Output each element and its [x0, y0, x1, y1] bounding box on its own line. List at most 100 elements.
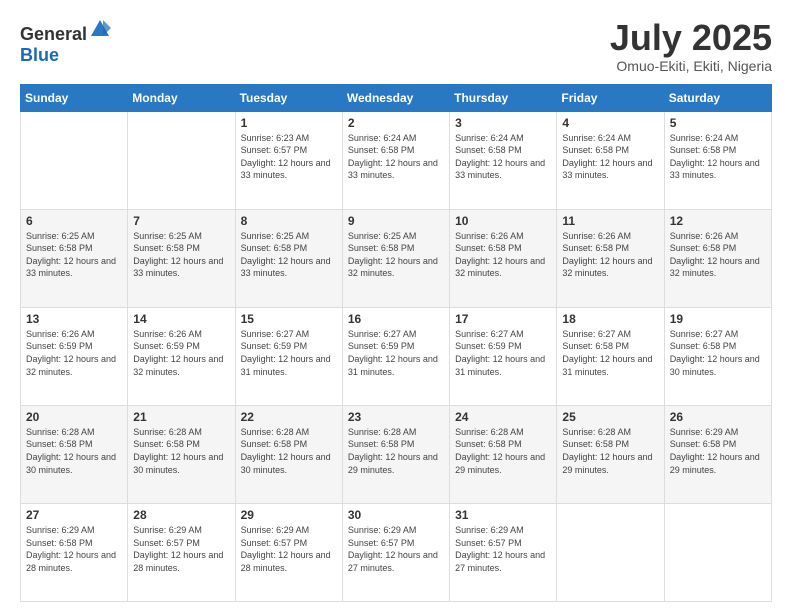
calendar-cell-2-5: 10 Sunrise: 6:26 AMSunset: 6:58 PMDaylig…: [450, 209, 557, 307]
calendar-cell-5-3: 29 Sunrise: 6:29 AMSunset: 6:57 PMDaylig…: [235, 503, 342, 601]
day-number: 10: [455, 214, 551, 228]
logo-icon: [89, 18, 111, 40]
calendar-cell-4-1: 20 Sunrise: 6:28 AMSunset: 6:58 PMDaylig…: [21, 405, 128, 503]
day-info: Sunrise: 6:29 AMSunset: 6:57 PMDaylight:…: [133, 525, 223, 573]
calendar-week-5: 27 Sunrise: 6:29 AMSunset: 6:58 PMDaylig…: [21, 503, 772, 601]
header: General Blue July 2025 Omuo-Ekiti, Ekiti…: [20, 18, 772, 74]
calendar-week-3: 13 Sunrise: 6:26 AMSunset: 6:59 PMDaylig…: [21, 307, 772, 405]
calendar-cell-4-5: 24 Sunrise: 6:28 AMSunset: 6:58 PMDaylig…: [450, 405, 557, 503]
calendar-cell-3-1: 13 Sunrise: 6:26 AMSunset: 6:59 PMDaylig…: [21, 307, 128, 405]
day-info: Sunrise: 6:25 AMSunset: 6:58 PMDaylight:…: [133, 231, 223, 279]
calendar-cell-4-2: 21 Sunrise: 6:28 AMSunset: 6:58 PMDaylig…: [128, 405, 235, 503]
day-info: Sunrise: 6:24 AMSunset: 6:58 PMDaylight:…: [348, 133, 438, 181]
day-info: Sunrise: 6:24 AMSunset: 6:58 PMDaylight:…: [455, 133, 545, 181]
calendar-cell-5-4: 30 Sunrise: 6:29 AMSunset: 6:57 PMDaylig…: [342, 503, 449, 601]
calendar-cell-1-1: [21, 111, 128, 209]
day-number: 26: [670, 410, 766, 424]
calendar-cell-3-5: 17 Sunrise: 6:27 AMSunset: 6:59 PMDaylig…: [450, 307, 557, 405]
col-monday: Monday: [128, 84, 235, 111]
day-number: 19: [670, 312, 766, 326]
day-number: 4: [562, 116, 658, 130]
day-number: 18: [562, 312, 658, 326]
day-info: Sunrise: 6:27 AMSunset: 6:59 PMDaylight:…: [455, 329, 545, 377]
day-info: Sunrise: 6:26 AMSunset: 6:58 PMDaylight:…: [455, 231, 545, 279]
day-number: 11: [562, 214, 658, 228]
calendar-week-4: 20 Sunrise: 6:28 AMSunset: 6:58 PMDaylig…: [21, 405, 772, 503]
col-sunday: Sunday: [21, 84, 128, 111]
col-tuesday: Tuesday: [235, 84, 342, 111]
calendar-cell-2-2: 7 Sunrise: 6:25 AMSunset: 6:58 PMDayligh…: [128, 209, 235, 307]
calendar-cell-2-4: 9 Sunrise: 6:25 AMSunset: 6:58 PMDayligh…: [342, 209, 449, 307]
day-info: Sunrise: 6:29 AMSunset: 6:57 PMDaylight:…: [455, 525, 545, 573]
day-info: Sunrise: 6:28 AMSunset: 6:58 PMDaylight:…: [26, 427, 116, 475]
calendar-cell-1-4: 2 Sunrise: 6:24 AMSunset: 6:58 PMDayligh…: [342, 111, 449, 209]
day-number: 3: [455, 116, 551, 130]
calendar-cell-2-6: 11 Sunrise: 6:26 AMSunset: 6:58 PMDaylig…: [557, 209, 664, 307]
day-info: Sunrise: 6:24 AMSunset: 6:58 PMDaylight:…: [670, 133, 760, 181]
calendar-cell-3-7: 19 Sunrise: 6:27 AMSunset: 6:58 PMDaylig…: [664, 307, 771, 405]
calendar-cell-5-6: [557, 503, 664, 601]
calendar-table: Sunday Monday Tuesday Wednesday Thursday…: [20, 84, 772, 602]
day-number: 12: [670, 214, 766, 228]
logo-blue: Blue: [20, 45, 59, 65]
day-info: Sunrise: 6:28 AMSunset: 6:58 PMDaylight:…: [562, 427, 652, 475]
day-number: 22: [241, 410, 337, 424]
day-number: 25: [562, 410, 658, 424]
day-number: 9: [348, 214, 444, 228]
day-info: Sunrise: 6:23 AMSunset: 6:57 PMDaylight:…: [241, 133, 331, 181]
month-title: July 2025: [610, 18, 772, 58]
calendar-header-row: Sunday Monday Tuesday Wednesday Thursday…: [21, 84, 772, 111]
calendar-cell-5-2: 28 Sunrise: 6:29 AMSunset: 6:57 PMDaylig…: [128, 503, 235, 601]
day-number: 15: [241, 312, 337, 326]
calendar-cell-1-7: 5 Sunrise: 6:24 AMSunset: 6:58 PMDayligh…: [664, 111, 771, 209]
calendar-cell-3-4: 16 Sunrise: 6:27 AMSunset: 6:59 PMDaylig…: [342, 307, 449, 405]
day-number: 1: [241, 116, 337, 130]
day-number: 29: [241, 508, 337, 522]
calendar-cell-2-3: 8 Sunrise: 6:25 AMSunset: 6:58 PMDayligh…: [235, 209, 342, 307]
calendar-cell-5-1: 27 Sunrise: 6:29 AMSunset: 6:58 PMDaylig…: [21, 503, 128, 601]
calendar-cell-5-7: [664, 503, 771, 601]
day-info: Sunrise: 6:25 AMSunset: 6:58 PMDaylight:…: [348, 231, 438, 279]
day-number: 6: [26, 214, 122, 228]
day-info: Sunrise: 6:26 AMSunset: 6:59 PMDaylight:…: [26, 329, 116, 377]
day-info: Sunrise: 6:25 AMSunset: 6:58 PMDaylight:…: [26, 231, 116, 279]
day-number: 20: [26, 410, 122, 424]
calendar-cell-3-3: 15 Sunrise: 6:27 AMSunset: 6:59 PMDaylig…: [235, 307, 342, 405]
calendar-cell-1-3: 1 Sunrise: 6:23 AMSunset: 6:57 PMDayligh…: [235, 111, 342, 209]
day-info: Sunrise: 6:26 AMSunset: 6:58 PMDaylight:…: [670, 231, 760, 279]
calendar-cell-2-7: 12 Sunrise: 6:26 AMSunset: 6:58 PMDaylig…: [664, 209, 771, 307]
day-info: Sunrise: 6:28 AMSunset: 6:58 PMDaylight:…: [133, 427, 223, 475]
location-subtitle: Omuo-Ekiti, Ekiti, Nigeria: [610, 58, 772, 74]
calendar-cell-1-2: [128, 111, 235, 209]
calendar-cell-3-6: 18 Sunrise: 6:27 AMSunset: 6:58 PMDaylig…: [557, 307, 664, 405]
calendar-cell-4-7: 26 Sunrise: 6:29 AMSunset: 6:58 PMDaylig…: [664, 405, 771, 503]
calendar-cell-1-6: 4 Sunrise: 6:24 AMSunset: 6:58 PMDayligh…: [557, 111, 664, 209]
calendar-cell-4-4: 23 Sunrise: 6:28 AMSunset: 6:58 PMDaylig…: [342, 405, 449, 503]
day-info: Sunrise: 6:29 AMSunset: 6:57 PMDaylight:…: [241, 525, 331, 573]
calendar-cell-1-5: 3 Sunrise: 6:24 AMSunset: 6:58 PMDayligh…: [450, 111, 557, 209]
calendar-cell-3-2: 14 Sunrise: 6:26 AMSunset: 6:59 PMDaylig…: [128, 307, 235, 405]
day-number: 21: [133, 410, 229, 424]
day-info: Sunrise: 6:25 AMSunset: 6:58 PMDaylight:…: [241, 231, 331, 279]
day-number: 16: [348, 312, 444, 326]
day-info: Sunrise: 6:28 AMSunset: 6:58 PMDaylight:…: [455, 427, 545, 475]
day-number: 28: [133, 508, 229, 522]
day-number: 24: [455, 410, 551, 424]
calendar-cell-4-3: 22 Sunrise: 6:28 AMSunset: 6:58 PMDaylig…: [235, 405, 342, 503]
day-number: 17: [455, 312, 551, 326]
day-number: 7: [133, 214, 229, 228]
day-info: Sunrise: 6:29 AMSunset: 6:58 PMDaylight:…: [26, 525, 116, 573]
day-number: 23: [348, 410, 444, 424]
day-info: Sunrise: 6:26 AMSunset: 6:58 PMDaylight:…: [562, 231, 652, 279]
calendar-cell-5-5: 31 Sunrise: 6:29 AMSunset: 6:57 PMDaylig…: [450, 503, 557, 601]
day-number: 14: [133, 312, 229, 326]
day-number: 8: [241, 214, 337, 228]
day-info: Sunrise: 6:24 AMSunset: 6:58 PMDaylight:…: [562, 133, 652, 181]
calendar-cell-4-6: 25 Sunrise: 6:28 AMSunset: 6:58 PMDaylig…: [557, 405, 664, 503]
calendar-week-2: 6 Sunrise: 6:25 AMSunset: 6:58 PMDayligh…: [21, 209, 772, 307]
day-info: Sunrise: 6:29 AMSunset: 6:58 PMDaylight:…: [670, 427, 760, 475]
day-number: 2: [348, 116, 444, 130]
calendar-cell-2-1: 6 Sunrise: 6:25 AMSunset: 6:58 PMDayligh…: [21, 209, 128, 307]
logo-general: General: [20, 24, 87, 44]
title-block: July 2025 Omuo-Ekiti, Ekiti, Nigeria: [610, 18, 772, 74]
